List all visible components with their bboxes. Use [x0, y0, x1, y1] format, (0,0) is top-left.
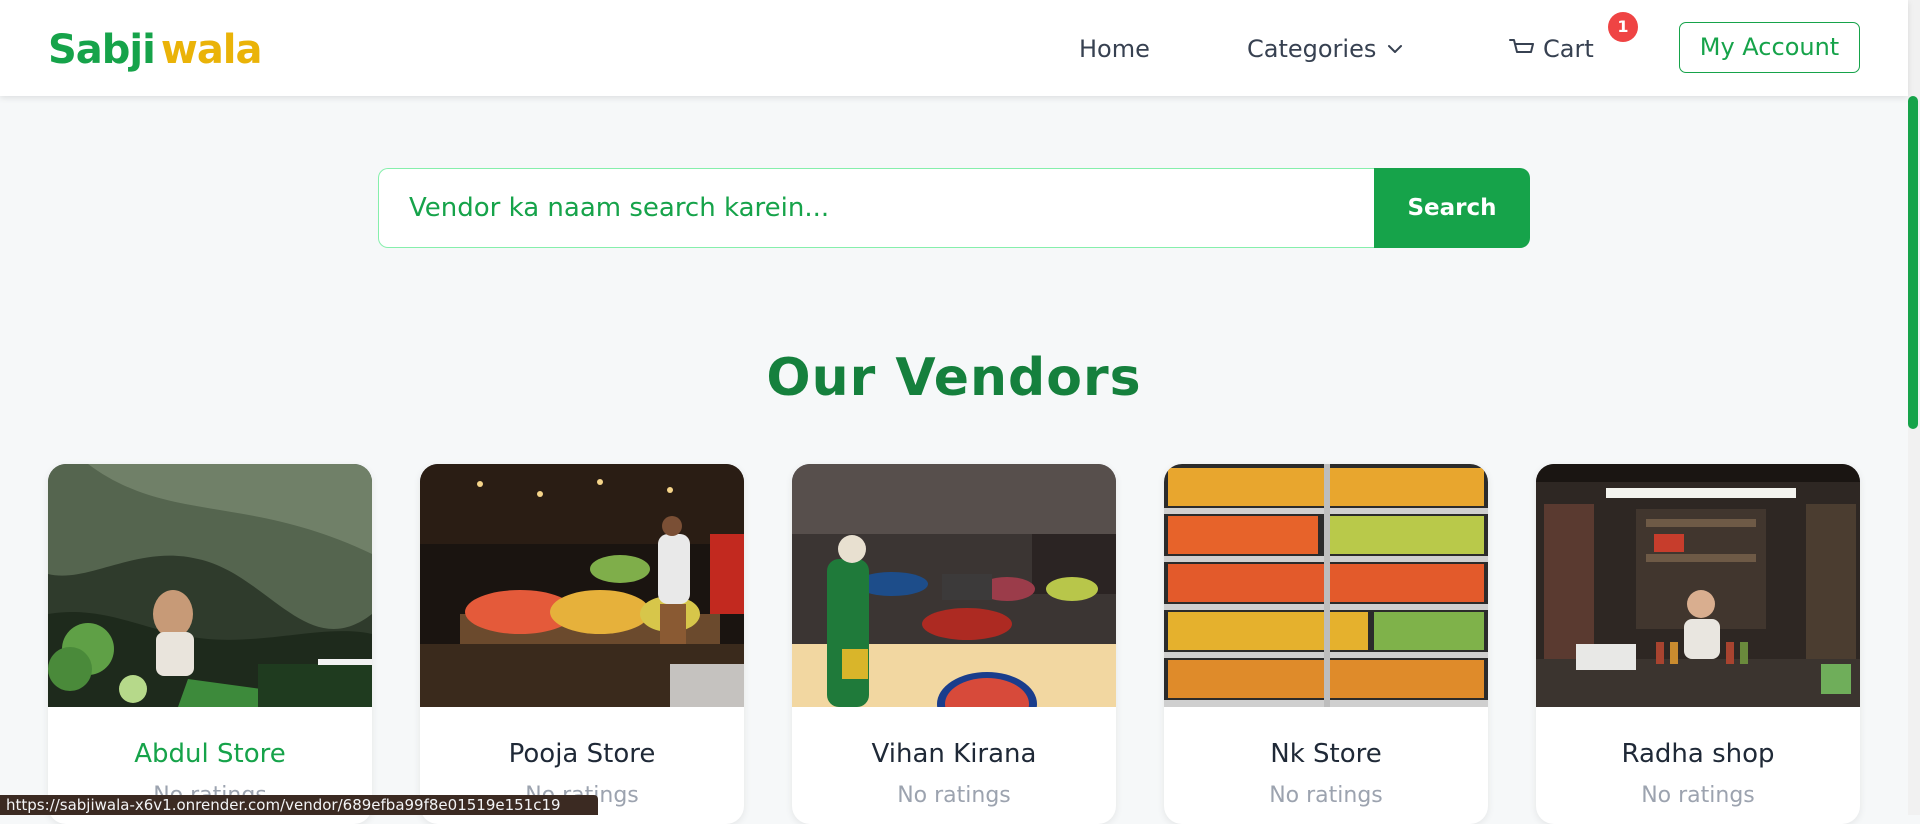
nav-categories-label: Categories: [1247, 35, 1377, 63]
vendor-search-input[interactable]: [378, 168, 1374, 248]
section-title: Our Vendors: [766, 348, 1142, 408]
vendor-card[interactable]: Abdul Store No ratings: [48, 464, 372, 824]
cart-icon: [1509, 39, 1534, 53]
brand-logo[interactable]: Sabji wala: [48, 27, 263, 73]
vendor-card[interactable]: Vihan Kirana No ratings: [792, 464, 1116, 824]
link-preview-status-bar: https://sabjiwala-x6v1.onrender.com/vend…: [0, 795, 598, 815]
snack-shelves-photo: [1164, 464, 1488, 707]
brand-logo-part1: Sabji: [48, 27, 156, 73]
vendor-search-bar: Search: [378, 168, 1530, 248]
cart-count-badge: 1: [1608, 12, 1638, 42]
nav-cart-link[interactable]: Cart: [1509, 34, 1594, 64]
vegetable-stall-photo: [48, 464, 372, 707]
vendor-card[interactable]: Radha shop No ratings: [1536, 464, 1860, 824]
vendor-name[interactable]: Nk Store: [1164, 738, 1488, 770]
chevron-down-icon: [1388, 45, 1403, 53]
nav-home-link[interactable]: Home: [1079, 34, 1150, 64]
page-scrollbar-thumb[interactable]: [1908, 96, 1918, 429]
vendor-rating: No ratings: [1641, 783, 1755, 808]
fruit-market-photo: [420, 464, 744, 707]
brand-logo-part2: wala: [160, 27, 263, 73]
vendor-name[interactable]: Vihan Kirana: [792, 738, 1116, 770]
market-counter-photo: [792, 464, 1116, 707]
vendor-card[interactable]: Nk Store No ratings: [1164, 464, 1488, 824]
my-account-button[interactable]: My Account: [1679, 22, 1860, 73]
vendor-name[interactable]: Pooja Store: [420, 738, 744, 770]
vendor-name[interactable]: Abdul Store: [48, 738, 372, 770]
nav-categories-dropdown[interactable]: Categories: [1247, 34, 1404, 64]
vendor-name[interactable]: Radha shop: [1536, 738, 1860, 770]
vendor-card[interactable]: Pooja Store No ratings: [420, 464, 744, 824]
vendor-rating: No ratings: [897, 783, 1011, 808]
top-navbar: Sabji wala Home Categories Cart 1 My Acco…: [0, 0, 1908, 96]
vendor-rating: No ratings: [1269, 783, 1383, 808]
search-button[interactable]: Search: [1374, 168, 1530, 248]
cart-label: Cart: [1543, 35, 1594, 63]
shop-interior-photo: [1536, 464, 1860, 707]
